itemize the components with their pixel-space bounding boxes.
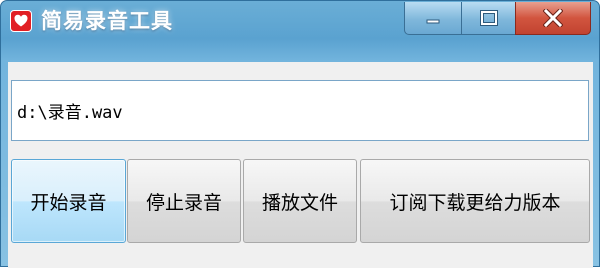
file-path-input[interactable]	[11, 80, 589, 141]
heart-icon	[10, 10, 32, 32]
client-area: 开始录音 停止录音 播放文件 订阅下载更给力版本	[8, 62, 593, 268]
stop-recording-button[interactable]: 停止录音	[127, 159, 241, 243]
minimize-button[interactable]	[404, 2, 462, 35]
title-bar[interactable]: 简易录音工具	[1, 1, 599, 41]
close-button[interactable]	[515, 2, 591, 35]
app-window: 简易录音工具 开始录音 停止录音 播放文件 订阅下载更给力版本	[0, 0, 600, 268]
window-title: 简易录音工具	[41, 9, 173, 33]
maximize-button[interactable]	[461, 2, 516, 35]
subscribe-download-button[interactable]: 订阅下载更给力版本	[360, 159, 590, 243]
minimize-icon	[426, 19, 440, 24]
close-icon	[543, 9, 563, 27]
maximize-icon	[479, 10, 498, 26]
start-recording-button[interactable]: 开始录音	[11, 159, 126, 243]
play-file-button[interactable]: 播放文件	[243, 159, 357, 243]
